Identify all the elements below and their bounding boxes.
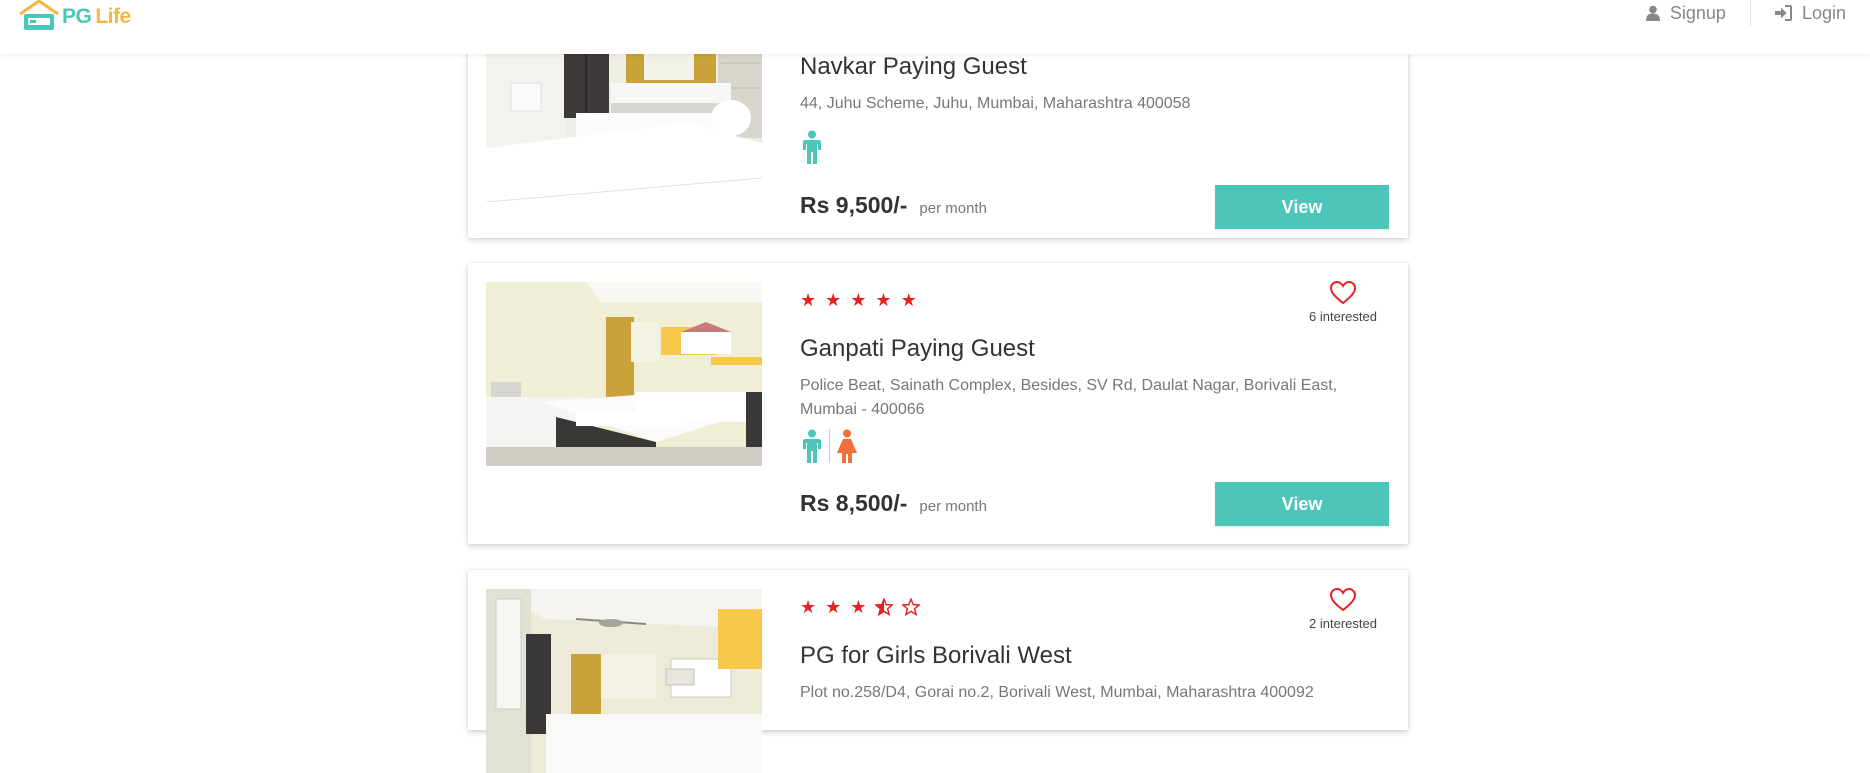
rent: Rs 8,500/- per month <box>800 490 987 517</box>
female-icon <box>837 429 857 463</box>
logo-life: Life <box>95 5 131 28</box>
login-link[interactable]: Login <box>1751 3 1870 24</box>
property-address: Plot no.258/D4, Gorai no.2, Borivali Wes… <box>800 684 1314 701</box>
login-label: Login <box>1801 2 1846 23</box>
site-header: PG Life Signup Login <box>0 0 1870 54</box>
house-logo-icon <box>19 0 59 30</box>
rent-unit: per month <box>919 200 987 217</box>
logo-text: PG Life <box>62 5 131 29</box>
rating-stars: ★ ★ ★ ★ ★ <box>800 291 917 309</box>
interested-count: 2 interested <box>1309 616 1377 631</box>
signup-link[interactable]: Signup <box>1622 3 1750 24</box>
user-icon <box>1645 5 1660 21</box>
star-empty-icon <box>902 598 921 616</box>
property-name[interactable]: Navkar Paying Guest <box>800 53 1027 81</box>
interested-count: 6 interested <box>1309 309 1377 324</box>
star-icon: ★ <box>800 290 817 310</box>
sign-in-icon <box>1774 5 1792 21</box>
property-card: ★ ★ ★ 2 interested PG for Girls Borivali… <box>468 570 1408 773</box>
star-icon: ★ <box>875 290 892 310</box>
heart-icon[interactable] <box>1330 281 1356 305</box>
male-icon <box>803 130 821 164</box>
property-card: ★ ★ ★ ★ ★ 6 interested Ganpati Paying Gu… <box>468 263 1408 544</box>
view-button[interactable]: View <box>1215 482 1389 526</box>
property-name[interactable]: Ganpati Paying Guest <box>800 335 1035 363</box>
rent: Rs 9,500/- per month <box>800 192 987 219</box>
interested-block: 6 interested <box>1298 281 1388 324</box>
gender-icons <box>800 130 824 164</box>
star-icon: ★ <box>850 290 867 310</box>
top-nav: Signup Login <box>1622 0 1870 26</box>
male-icon <box>803 429 821 463</box>
view-button[interactable]: View <box>1215 185 1389 229</box>
property-name[interactable]: PG for Girls Borivali West <box>800 642 1072 670</box>
property-image[interactable] <box>486 282 762 466</box>
star-icon: ★ <box>800 597 817 617</box>
rent-amount: Rs 9,500/- <box>800 192 908 218</box>
star-icon: ★ <box>850 597 867 617</box>
rent-unit: per month <box>919 498 987 515</box>
star-icon: ★ <box>825 290 842 310</box>
property-address: 44, Juhu Scheme, Juhu, Mumbai, Maharasht… <box>800 95 1191 112</box>
property-image[interactable] <box>486 589 762 773</box>
interested-block: 2 interested <box>1298 588 1388 631</box>
gender-icons <box>800 429 859 463</box>
star-icon: ★ <box>900 290 917 310</box>
signup-label: Signup <box>1669 2 1726 23</box>
rent-amount: Rs 8,500/- <box>800 490 908 516</box>
star-icon: ★ <box>825 597 842 617</box>
star-half-icon <box>875 598 894 616</box>
gender-divider <box>829 429 830 463</box>
property-address: Police Beat, Sainath Complex, Besides, S… <box>800 377 1338 418</box>
logo-pg: PG <box>62 5 92 28</box>
logo[interactable]: PG Life <box>18 0 131 34</box>
rating-stars: ★ ★ ★ <box>800 597 921 617</box>
heart-icon[interactable] <box>1330 588 1356 612</box>
